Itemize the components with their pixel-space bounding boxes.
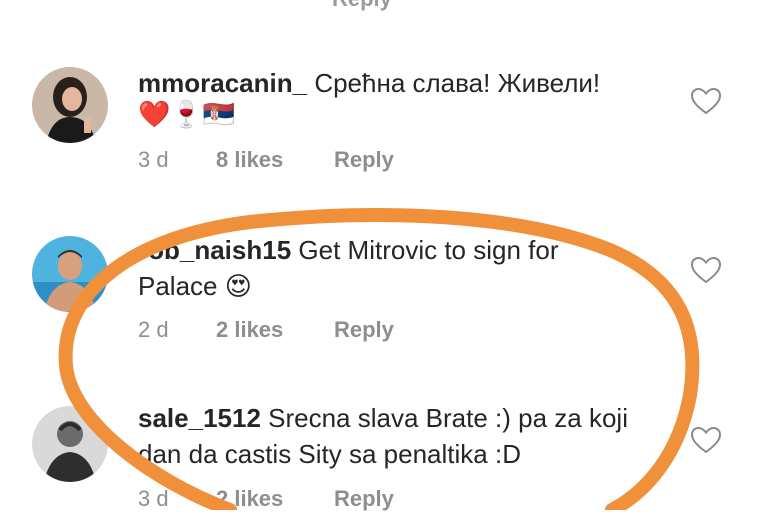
like-heart-icon[interactable]	[691, 256, 721, 284]
comment-username[interactable]: sale_1512	[138, 403, 261, 433]
comment-time: 3 d	[138, 147, 169, 172]
comment-text: rob_naish15 Get Mitrovic to sign for Pal…	[138, 232, 638, 304]
previous-comment-meta: Reply	[0, 0, 765, 14]
avatar[interactable]	[32, 67, 108, 143]
avatar[interactable]	[32, 236, 108, 312]
reply-link[interactable]: Reply	[334, 145, 394, 175]
emoji-text: ❤️🍷🇷🇸	[138, 99, 236, 129]
reply-link[interactable]: Reply	[332, 0, 392, 12]
comment-username[interactable]: mmoracanin_	[138, 68, 307, 98]
reply-link[interactable]: Reply	[334, 315, 394, 345]
comment-time: 2 d	[138, 317, 169, 342]
comment-text: sale_1512 Srecna slava Brate :) pa za ko…	[138, 400, 638, 472]
comment-username[interactable]: rob_naish15	[138, 235, 291, 265]
like-heart-icon[interactable]	[691, 87, 721, 115]
like-heart-icon[interactable]	[691, 426, 721, 454]
comment-message: Срећна слава! Живели!	[314, 68, 601, 98]
likes-count[interactable]: 2 likes	[216, 315, 283, 345]
avatar[interactable]	[32, 406, 108, 482]
comment-text: mmoracanin_ Срећна слава! Живели!	[138, 65, 668, 101]
likes-count[interactable]: 8 likes	[216, 145, 283, 175]
